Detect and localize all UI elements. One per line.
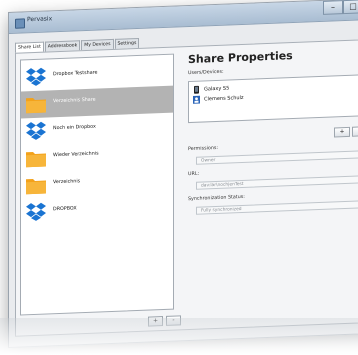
app-icon [15,18,25,29]
share-item-label: Verzeichnis Share [53,97,96,105]
url-field[interactable]: dav:lar\nochjenTest [196,175,358,190]
dropbox-icon [26,67,46,86]
sync-status-label: Synchronization Status: [188,194,245,203]
url-label: URL: [188,171,200,178]
dropbox-icon [26,202,46,221]
window-title: Pervasix [27,15,53,24]
share-item-label: Dropbox Testshare [53,70,98,78]
properties-title: Share Properties [188,49,293,67]
share-list-panel: Dropbox Testshare Verzeichnis Share Noch… [15,37,358,337]
title-bar: Pervasix – □ ✕ [9,0,358,34]
window-reflection [0,318,358,355]
phone-icon [194,85,199,94]
folder-icon [26,152,46,168]
share-item-label: Noch ein Dropbox [53,124,96,132]
maximize-button[interactable]: □ [343,0,358,15]
contact-icon [193,95,200,104]
sync-status-field[interactable]: Fully synchronized [196,200,358,215]
permissions-label: Permissions: [188,145,218,153]
folder-icon [26,98,46,114]
share-item-dropbox[interactable]: DROPBOX [21,194,173,227]
share-item-label: DROPBOX [53,206,77,213]
minimize-button[interactable]: – [323,0,343,15]
add-device-button[interactable]: + [334,126,350,138]
device-label: Clemens Schulz [204,94,244,103]
app-window: Pervasix – □ ✕ Share List Addressbook My… [8,0,358,348]
screenshot-stage: Pervasix – □ ✕ Share List Addressbook My… [0,0,358,355]
devices-label: Users/Devices: [188,69,224,77]
dropbox-icon [26,121,46,140]
folder-icon [26,179,46,195]
devices-list[interactable]: Galaxy S5 Clemens Schulz [188,74,358,124]
share-item-label: Wieder Verzeichnis [53,151,99,159]
share-list[interactable]: Dropbox Testshare Verzeichnis Share Noch… [20,53,174,316]
permissions-field[interactable]: Owner [196,150,358,165]
device-label: Galaxy S5 [204,85,230,93]
remove-device-button[interactable]: - [352,126,358,137]
share-item-label: Verzeichnis [53,179,81,186]
